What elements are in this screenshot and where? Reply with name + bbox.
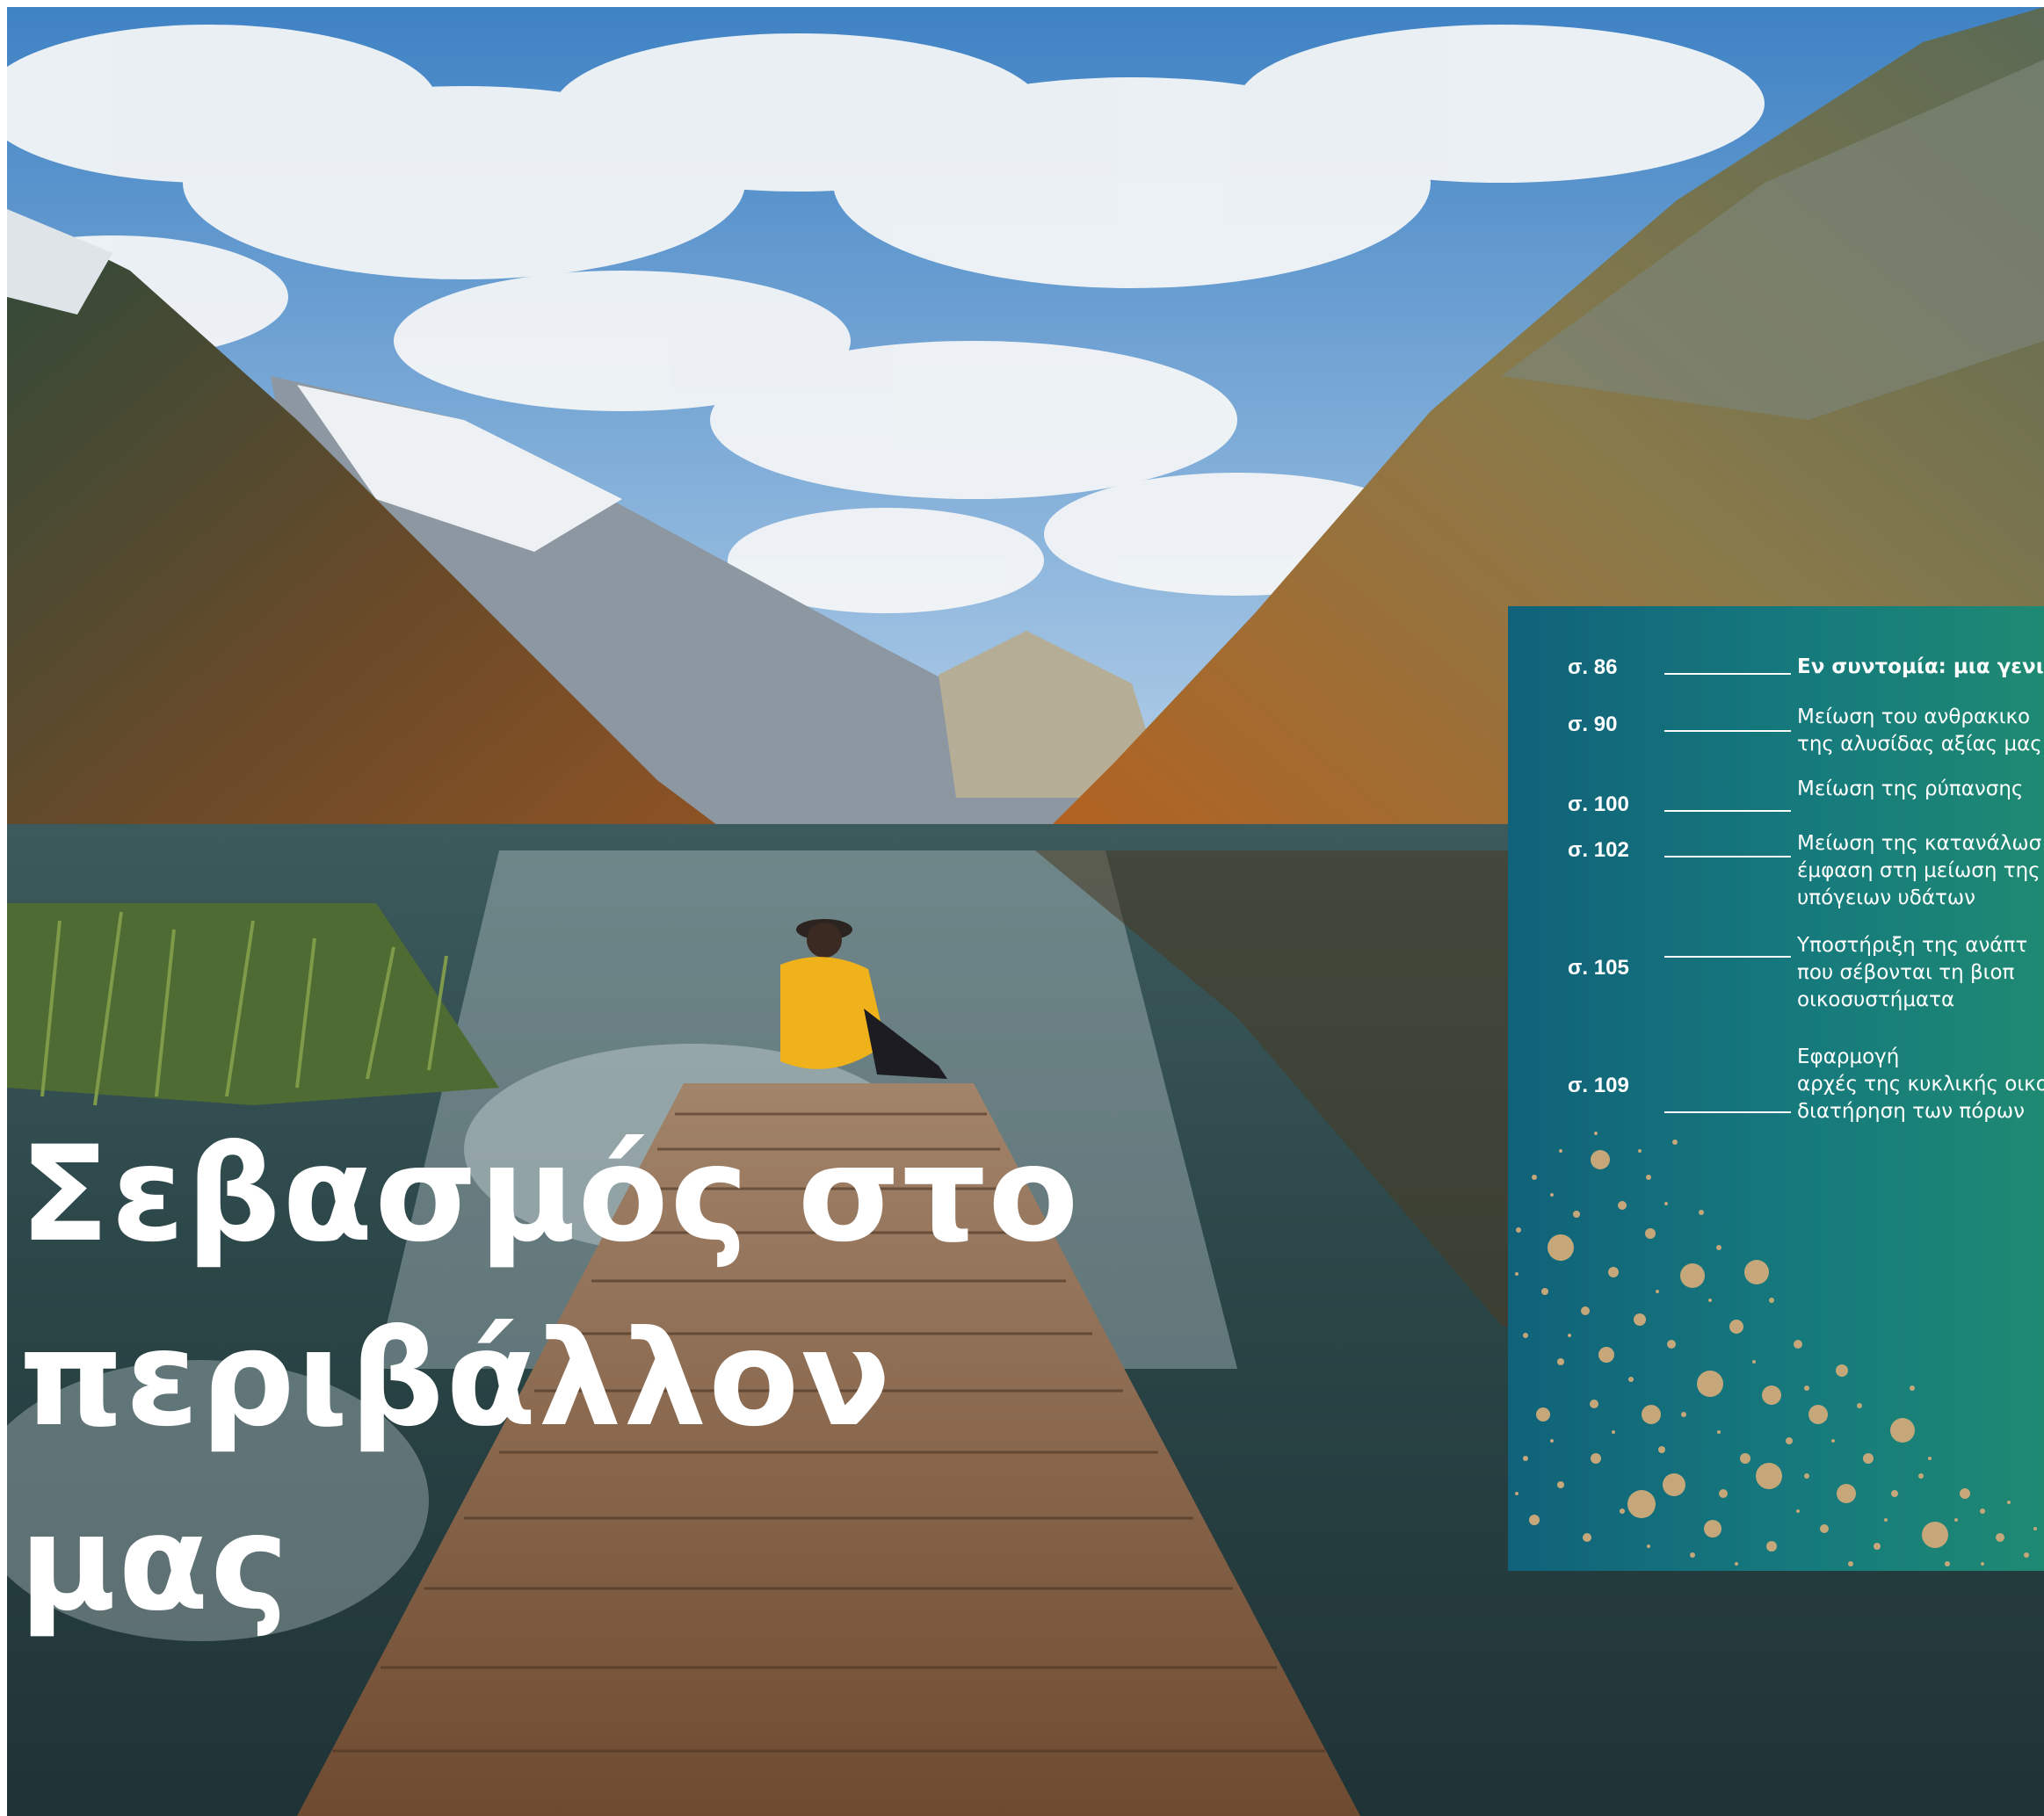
toc-leader-line (1664, 730, 1791, 732)
toc-page-number: σ. 109 (1568, 1074, 1629, 1097)
dot-pattern-decoration (1515, 1132, 2037, 1566)
toc-entry-text: Μείωση της ρύπανσης (1797, 778, 2024, 800)
title-line-1: Σεβασμός στο (19, 1118, 1081, 1271)
toc-entry-text: Εν συντομία: μια γενι (1797, 655, 2044, 678)
toc-page-number: σ. 102 (1568, 838, 1629, 862)
toc-entry[interactable]: σ. 90 Μείωση του ανθρακικο της αλυσίδας … (1508, 705, 2044, 756)
toc-page-number: σ. 105 (1568, 956, 1629, 980)
toc-entry-text: Μείωση του ανθρακικο της αλυσίδας αξίας … (1797, 705, 2042, 756)
title-line-3: μας (19, 1487, 291, 1640)
toc-leader-line (1664, 856, 1791, 857)
toc-page-number: σ. 100 (1568, 792, 1629, 816)
page-title: Σεβασμός στο περιβάλλον μας (19, 1103, 1080, 1656)
table-of-contents-panel: σ. 86 Εν συντομία: μια γενι σ. 90 Μείωση… (1508, 606, 2044, 1571)
toc-page-number: σ. 90 (1568, 713, 1618, 736)
report-page: Σεβασμός στο περιβάλλον μας σ. 86 Εν συν… (0, 0, 2044, 1816)
toc-page-number: σ. 86 (1568, 655, 1618, 679)
toc-entry[interactable]: σ. 109 Εφαρμογή αρχές της κυκλικής οικο … (1508, 1045, 2044, 1123)
title-line-2: περιβάλλον (19, 1303, 893, 1456)
toc-entry-text: Υποστήριξη της ανάπτ που σέβονται τη βιο… (1797, 934, 2028, 1011)
toc-entry-text: Μείωση της κατανάλωσ έμφαση στη μείωση τ… (1797, 832, 2042, 909)
toc-leader-line (1664, 810, 1791, 812)
toc-entry[interactable]: σ. 102 Μείωση της κατανάλωσ έμφαση στη μ… (1508, 832, 2044, 909)
toc-leader-line (1664, 956, 1791, 958)
toc-leader-line (1664, 1111, 1791, 1113)
toc-entry[interactable]: σ. 86 Εν συντομία: μια γενι (1508, 652, 2044, 687)
toc-entry[interactable]: σ. 105 Υποστήριξη της ανάπτ που σέβονται… (1508, 934, 2044, 1011)
toc-leader-line (1664, 673, 1791, 675)
toc-entry-text: Εφαρμογή αρχές της κυκλικής οικο διατήρη… (1797, 1045, 2044, 1123)
toc-entry[interactable]: σ. 100 Μείωση της ρύπανσης (1508, 778, 2044, 824)
